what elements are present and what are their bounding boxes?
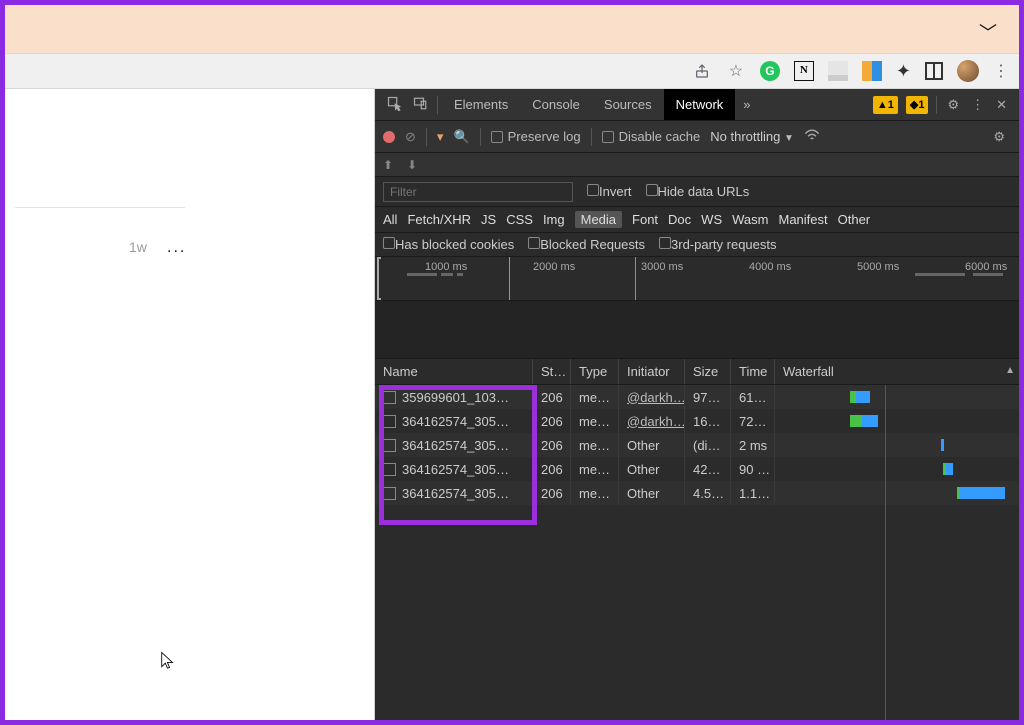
chip-doc[interactable]: Doc	[668, 212, 691, 227]
chip-media[interactable]: Media	[575, 211, 622, 228]
share-icon[interactable]	[692, 61, 712, 81]
device-toggle-icon[interactable]	[407, 96, 433, 114]
extension-notion-icon[interactable]: N	[794, 61, 814, 81]
clear-icon[interactable]: ⊘	[405, 129, 416, 145]
network-toolbar: ⊘ ▾ 🔍 Preserve log Disable cache No thro…	[375, 121, 1019, 153]
overview-timeline[interactable]: 1000 ms 2000 ms 3000 ms 4000 ms 5000 ms …	[375, 257, 1019, 301]
network-settings-icon[interactable]: ⚙	[987, 129, 1011, 145]
side-panel-icon[interactable]	[925, 62, 943, 80]
devtools-panel: Elements Console Sources Network » ▲ 1 ◆…	[375, 89, 1019, 720]
col-waterfall: Waterfall▲	[775, 359, 1019, 384]
col-name: Name	[375, 359, 533, 384]
col-type: Type	[571, 359, 619, 384]
chip-ws[interactable]: WS	[701, 212, 722, 227]
table-row[interactable]: 364162574_305…206me…@darkh…16…72…	[375, 409, 1019, 433]
table-row[interactable]: 364162574_305…206me…Other(di…2 ms	[375, 433, 1019, 457]
extension-grammarly-icon[interactable]: G	[760, 61, 780, 81]
network-conditions-icon[interactable]	[804, 128, 820, 145]
extension-colorblock-icon[interactable]	[862, 61, 882, 81]
chevron-down-icon[interactable]: ﹀	[979, 19, 997, 45]
col-time: Time	[731, 359, 775, 384]
issues-badge[interactable]: ◆ 1	[906, 96, 929, 114]
requests-table: Name St… Type Initiator Size Time Waterf…	[375, 359, 1019, 720]
download-icon[interactable]: ⬇	[407, 158, 417, 172]
tab-elements[interactable]: Elements	[442, 89, 520, 120]
close-icon[interactable]: ✕	[990, 97, 1013, 113]
devtools-tab-strip: Elements Console Sources Network » ▲ 1 ◆…	[375, 89, 1019, 121]
cursor-icon	[157, 651, 175, 676]
filter-icon[interactable]: ▾	[437, 129, 444, 145]
preserve-log-checkbox[interactable]: Preserve log	[491, 129, 581, 144]
tabs-overflow-icon[interactable]: »	[735, 97, 758, 112]
chip-js[interactable]: JS	[481, 212, 496, 227]
search-icon[interactable]: 🔍	[453, 129, 469, 145]
disable-cache-checkbox[interactable]: Disable cache	[602, 129, 701, 144]
star-icon[interactable]: ☆	[726, 61, 746, 81]
chrome-menu-icon[interactable]: ⋮	[993, 61, 1009, 81]
col-status: St…	[533, 359, 571, 384]
chip-img[interactable]: Img	[543, 212, 565, 227]
tab-console[interactable]: Console	[520, 89, 592, 120]
browser-toolbar: ☆ G N ✦ ⋮	[5, 53, 1019, 89]
table-row[interactable]: 364162574_305…206me…Other42…90 …	[375, 457, 1019, 481]
third-party-checkbox[interactable]: 3rd-party requests	[659, 237, 777, 252]
inspect-icon[interactable]	[381, 96, 407, 114]
notification-bar: ﹀	[5, 5, 1019, 53]
upload-icon[interactable]: ⬆	[383, 158, 393, 172]
post-more-icon[interactable]: ...	[167, 239, 186, 257]
chip-other[interactable]: Other	[838, 212, 871, 227]
chip-wasm[interactable]: Wasm	[732, 212, 768, 227]
table-row[interactable]: 364162574_305…206me…Other4.5…1.1…	[375, 481, 1019, 505]
record-icon[interactable]	[383, 131, 395, 143]
chip-font[interactable]: Font	[632, 212, 658, 227]
chip-manifest[interactable]: Manifest	[778, 212, 827, 227]
warnings-badge[interactable]: ▲ 1	[873, 96, 898, 114]
table-row[interactable]: 359699601_103…206me…@darkh…97…61…	[375, 385, 1019, 409]
throttling-select[interactable]: No throttling ▼	[710, 129, 794, 144]
tab-network[interactable]: Network	[664, 89, 736, 120]
invert-checkbox[interactable]: Invert	[587, 184, 632, 199]
filter-row: Invert Hide data URLs	[375, 177, 1019, 207]
col-size: Size	[685, 359, 731, 384]
filter-input[interactable]	[383, 182, 573, 202]
table-header[interactable]: Name St… Type Initiator Size Time Waterf…	[375, 359, 1019, 385]
extensions-icon[interactable]: ✦	[896, 61, 911, 82]
tab-sources[interactable]: Sources	[592, 89, 664, 120]
profile-avatar[interactable]	[957, 60, 979, 82]
col-initiator: Initiator	[619, 359, 685, 384]
devtools-menu-icon[interactable]: ⋮	[965, 97, 990, 113]
settings-icon[interactable]: ⚙	[941, 97, 965, 113]
blocked-cookies-checkbox[interactable]: Has blocked cookies	[383, 237, 514, 252]
page-content: 1w ...	[5, 89, 375, 720]
post-age: 1w	[129, 239, 147, 255]
chip-all[interactable]: All	[383, 212, 397, 227]
chip-css[interactable]: CSS	[506, 212, 533, 227]
chip-fetch[interactable]: Fetch/XHR	[407, 212, 471, 227]
hide-data-urls-checkbox[interactable]: Hide data URLs	[646, 184, 750, 199]
blocked-requests-checkbox[interactable]: Blocked Requests	[528, 237, 645, 252]
extension-unknown-icon[interactable]	[828, 61, 848, 81]
